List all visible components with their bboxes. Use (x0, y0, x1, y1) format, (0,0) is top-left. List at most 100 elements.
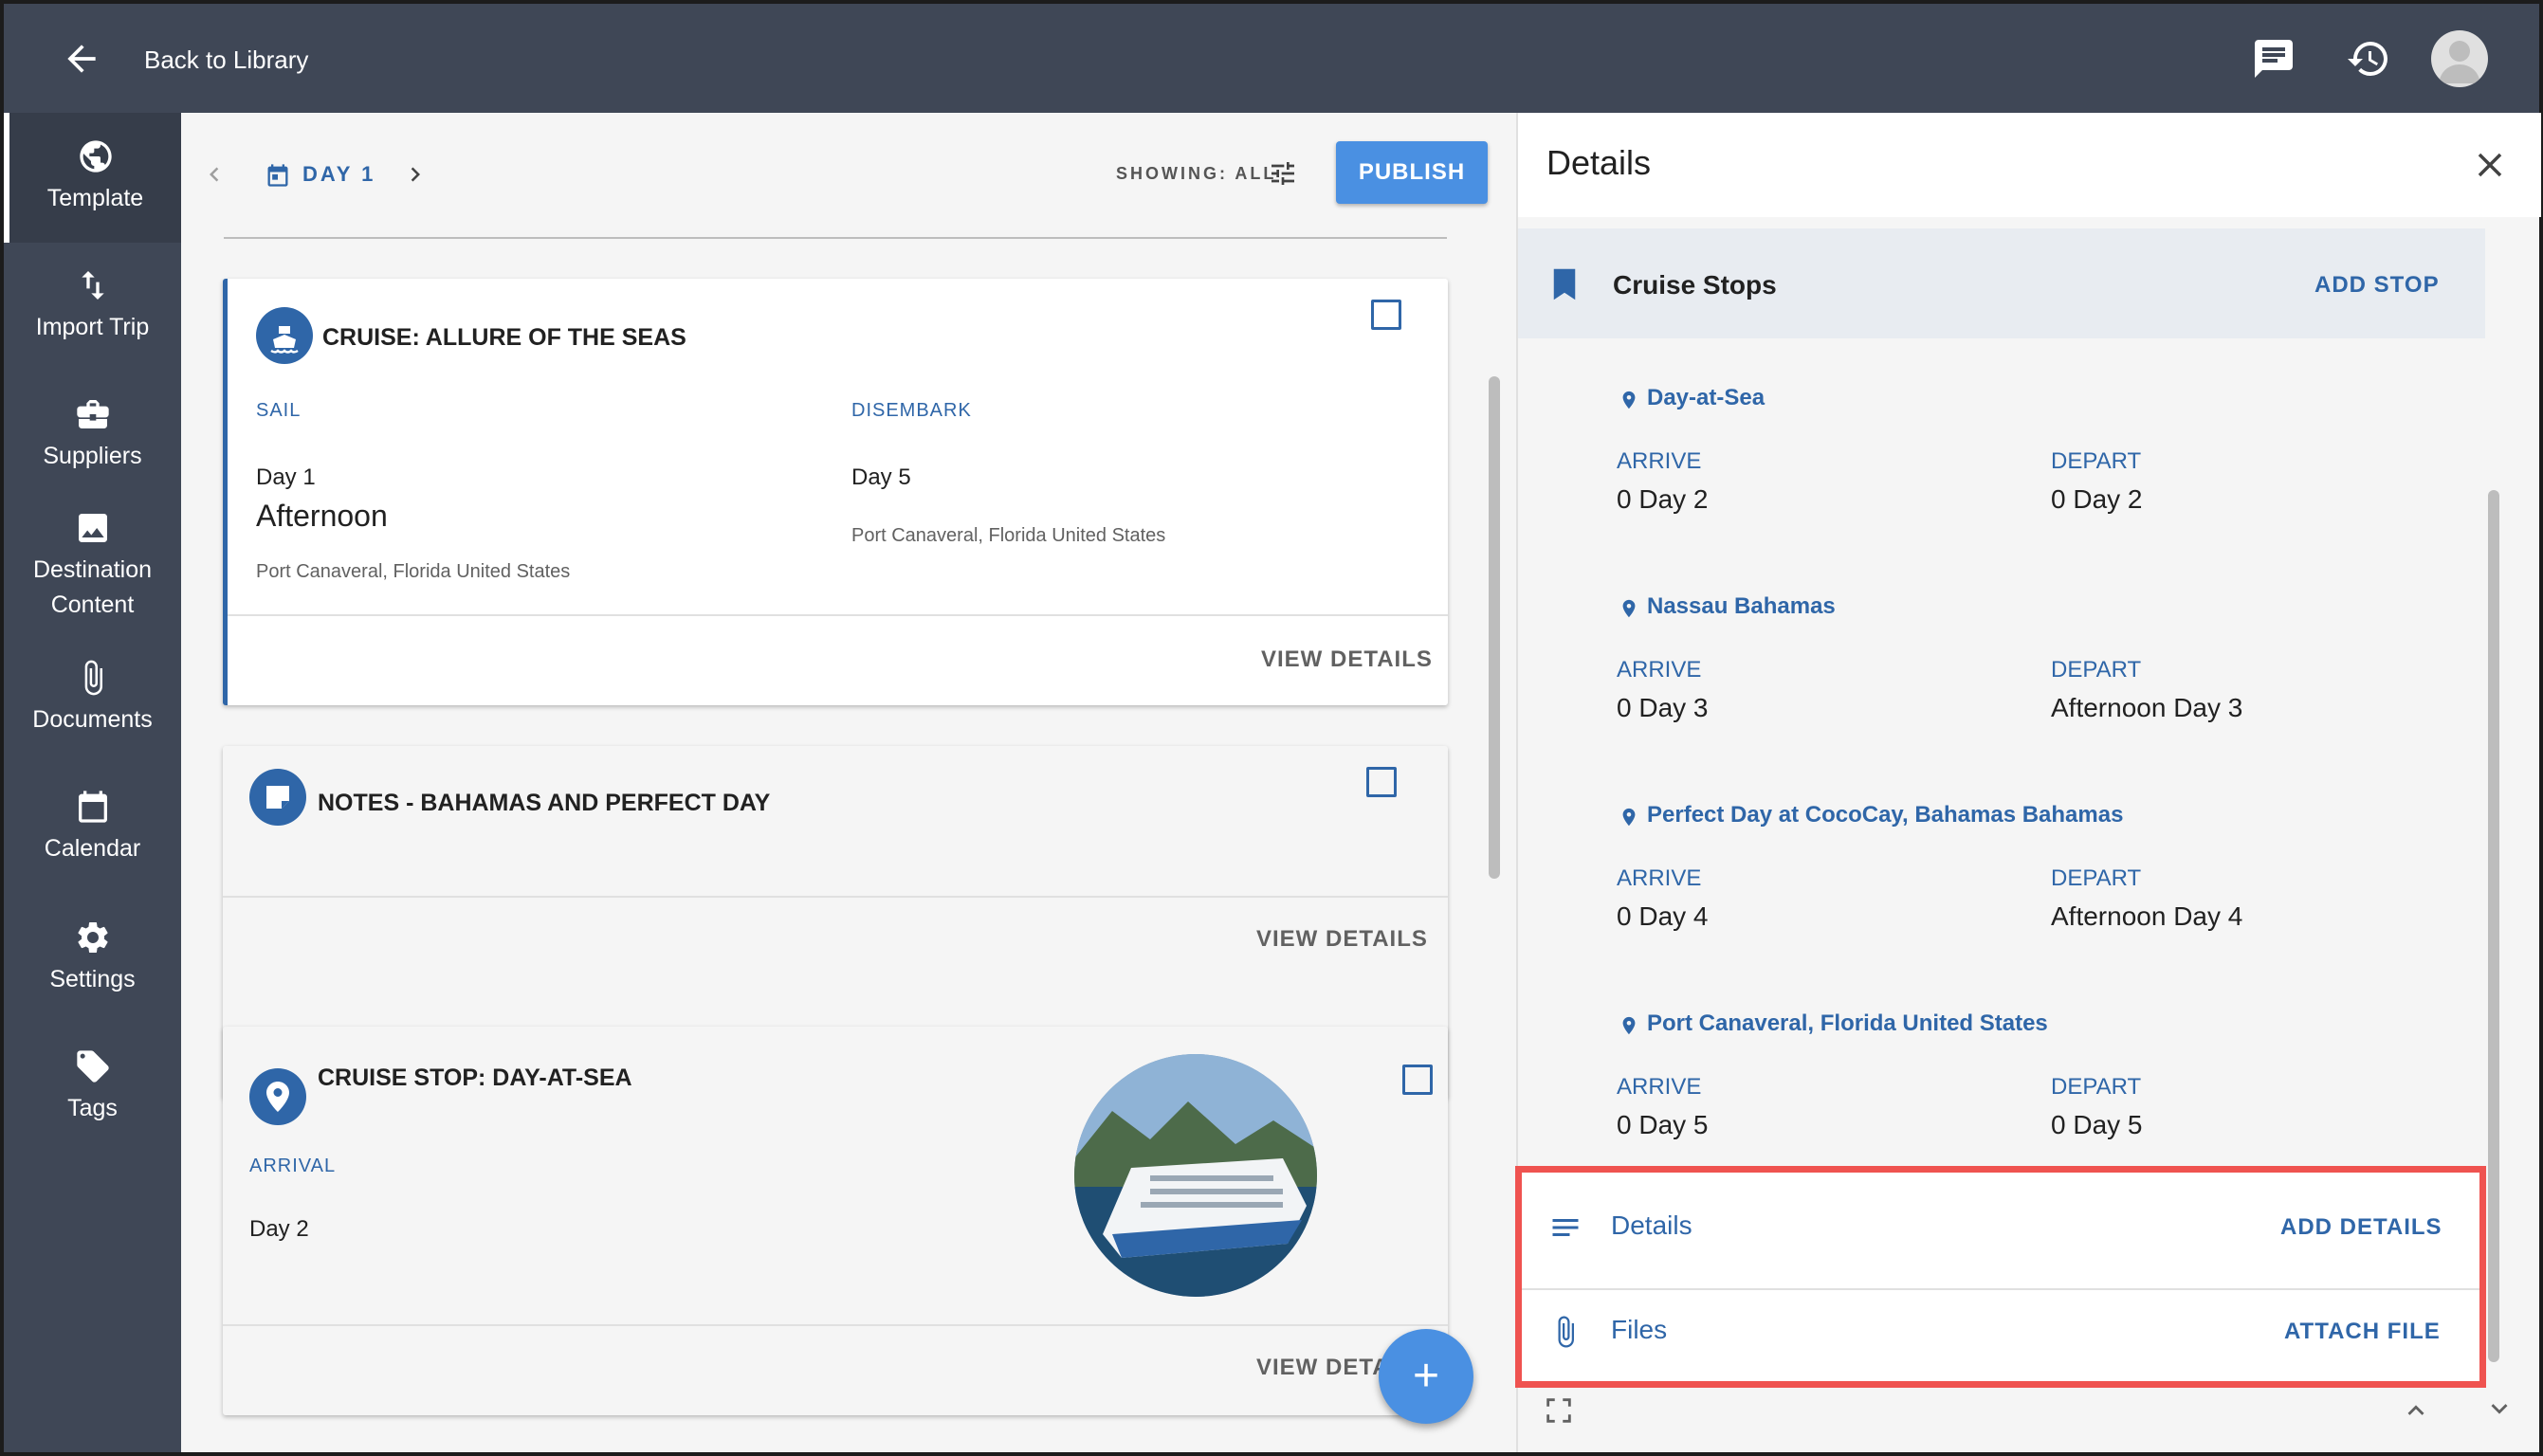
add-stop-button[interactable]: ADD STOP (2314, 272, 2440, 299)
stop-name[interactable]: Port Canaveral, Florida United States (1647, 1010, 2048, 1037)
card-title: CRUISE: ALLURE OF THE SEAS (322, 324, 686, 351)
day-navigator: DAY 1 SHOWING: ALL PUBLISH (181, 113, 1516, 236)
arrive-value: 0 Day 5 (1617, 1110, 1709, 1139)
sidebar-item-label: Calendar (44, 835, 141, 862)
view-details-button[interactable]: VIEW DETA (1256, 1355, 1390, 1381)
select-checkbox[interactable] (1371, 300, 1401, 330)
avatar[interactable] (2431, 30, 2488, 87)
location-pin-icon (1622, 391, 1636, 410)
arrive-label: ARRIVE (1617, 657, 1702, 682)
fullscreen-icon[interactable] (1543, 1394, 1575, 1427)
select-checkbox[interactable] (1366, 767, 1397, 797)
view-details-button[interactable]: VIEW DETAILS (1256, 926, 1428, 953)
image-icon (78, 514, 107, 542)
location-pin-icon (1622, 1016, 1636, 1035)
scrollbar[interactable] (1489, 376, 1500, 879)
details-header: Details (1518, 113, 2541, 217)
location-pin-icon (1622, 599, 1636, 618)
disembark-location: Port Canaveral, Florida United States (851, 525, 1166, 546)
notes-lines-icon (1552, 1219, 1579, 1236)
add-item-button[interactable]: + (1379, 1329, 1473, 1424)
day-label[interactable]: DAY 1 (302, 162, 375, 187)
itinerary-panel: DAY 1 SHOWING: ALL PUBLISH CRUISE: ALLUR… (181, 113, 1516, 1452)
chat-icon[interactable] (2251, 36, 2296, 82)
tag-icon (76, 1050, 109, 1083)
view-details-button[interactable]: VIEW DETAILS (1261, 646, 1433, 673)
chevron-up-icon[interactable] (2400, 1394, 2432, 1427)
chevron-right-icon[interactable] (401, 160, 430, 189)
sidebar-item-label: Destination Content (32, 556, 153, 618)
details-row[interactable]: Details ADD DETAILS (1522, 1188, 2479, 1271)
sidebar-item-documents[interactable]: Documents (4, 659, 181, 737)
sidebar-item-suppliers[interactable]: Suppliers (4, 395, 181, 474)
details-scrollbar[interactable] (2488, 490, 2499, 1362)
depart-value: Afternoon Day 3 (2051, 693, 2243, 722)
depart-value: 0 Day 2 (2051, 484, 2143, 514)
chevron-down-icon[interactable] (2483, 1392, 2516, 1425)
cruise-card[interactable]: CRUISE: ALLURE OF THE SEAS SAIL Day 1 Af… (223, 279, 1448, 705)
arrive-value: 0 Day 4 (1617, 901, 1709, 931)
sidebar-item-label: Template (46, 185, 144, 211)
stop-name[interactable]: Perfect Day at CocoCay, Bahamas Bahamas (1647, 802, 2123, 828)
sail-time: Afternoon (256, 499, 388, 533)
sail-location: Port Canaveral, Florida United States (256, 561, 571, 582)
depart-label: DEPART (2051, 657, 2142, 682)
showing-filter-label[interactable]: SHOWING: ALL (1116, 164, 1276, 184)
sidebar-item-import-trip[interactable]: Import Trip (4, 266, 181, 345)
calendar-icon (78, 791, 107, 823)
sidebar-item-label: Suppliers (43, 443, 142, 469)
arrive-value: 0 Day 2 (1617, 484, 1709, 514)
sail-day: Day 1 (256, 464, 316, 490)
sidebar: Template Import Trip Suppliers Destinati… (4, 113, 181, 1452)
card-title: CRUISE STOP: DAY-AT-SEA (318, 1065, 632, 1091)
details-row-label: Details (1611, 1210, 1692, 1240)
chevron-left-icon[interactable] (200, 160, 229, 189)
divider (1522, 1288, 2479, 1290)
arrive-label: ARRIVE (1617, 448, 1702, 474)
back-arrow-icon[interactable] (61, 38, 102, 80)
depart-label: DEPART (2051, 865, 2142, 891)
stop-name[interactable]: Day-at-Sea (1647, 385, 1765, 411)
stop-name[interactable]: Nassau Bahamas (1647, 593, 1836, 620)
history-icon[interactable] (2346, 36, 2391, 82)
arrive-label: ARRIVE (1617, 865, 1702, 891)
cruise-ship-photo (1074, 1054, 1317, 1297)
location-pin-icon (1622, 808, 1636, 827)
calendar-icon (267, 164, 288, 187)
sidebar-item-tags[interactable]: Tags (4, 1047, 181, 1126)
divider (223, 1324, 1448, 1326)
depart-label: DEPART (2051, 448, 2142, 474)
filter-sliders-icon[interactable] (1268, 158, 1298, 189)
arrive-value: 0 Day 3 (1617, 693, 1709, 722)
details-files-section: Details ADD DETAILS Files ATTACH FILE (1515, 1166, 2486, 1388)
sidebar-item-label: Documents (32, 706, 153, 733)
attach-file-button[interactable]: ATTACH FILE (2284, 1319, 2441, 1345)
divider (224, 237, 1447, 239)
back-to-library-link[interactable]: Back to Library (144, 46, 308, 75)
publish-button[interactable]: PUBLISH (1336, 141, 1488, 204)
globe-icon (79, 140, 112, 173)
sidebar-item-destination-content[interactable]: Destination Content (4, 509, 181, 623)
depart-value: 0 Day 5 (2051, 1110, 2143, 1139)
select-checkbox[interactable] (1402, 1065, 1433, 1095)
cruise-stops-title: Cruise Stops (1613, 270, 1777, 300)
sail-label: SAIL (256, 400, 302, 421)
sidebar-item-calendar[interactable]: Calendar (4, 788, 181, 866)
bookmark-icon (1553, 268, 1576, 300)
sidebar-item-label: Import Trip (35, 314, 150, 340)
close-icon[interactable] (2470, 145, 2510, 185)
disembark-day: Day 5 (851, 464, 911, 490)
paperclip-icon (1558, 1316, 1574, 1348)
divider (228, 614, 1448, 616)
sidebar-item-template[interactable]: Template (4, 113, 181, 243)
location-pin-icon (249, 1068, 306, 1125)
add-details-button[interactable]: ADD DETAILS (2280, 1214, 2442, 1241)
files-row[interactable]: Files ATTACH FILE (1522, 1296, 2479, 1379)
sidebar-item-settings[interactable]: Settings (4, 919, 181, 997)
sidebar-item-label: Tags (67, 1095, 118, 1121)
gear-icon (77, 922, 108, 953)
paperclip-icon (84, 660, 102, 696)
swap-vertical-icon (81, 271, 104, 300)
top-bar: Back to Library (4, 4, 2539, 113)
briefcase-icon (76, 400, 109, 428)
